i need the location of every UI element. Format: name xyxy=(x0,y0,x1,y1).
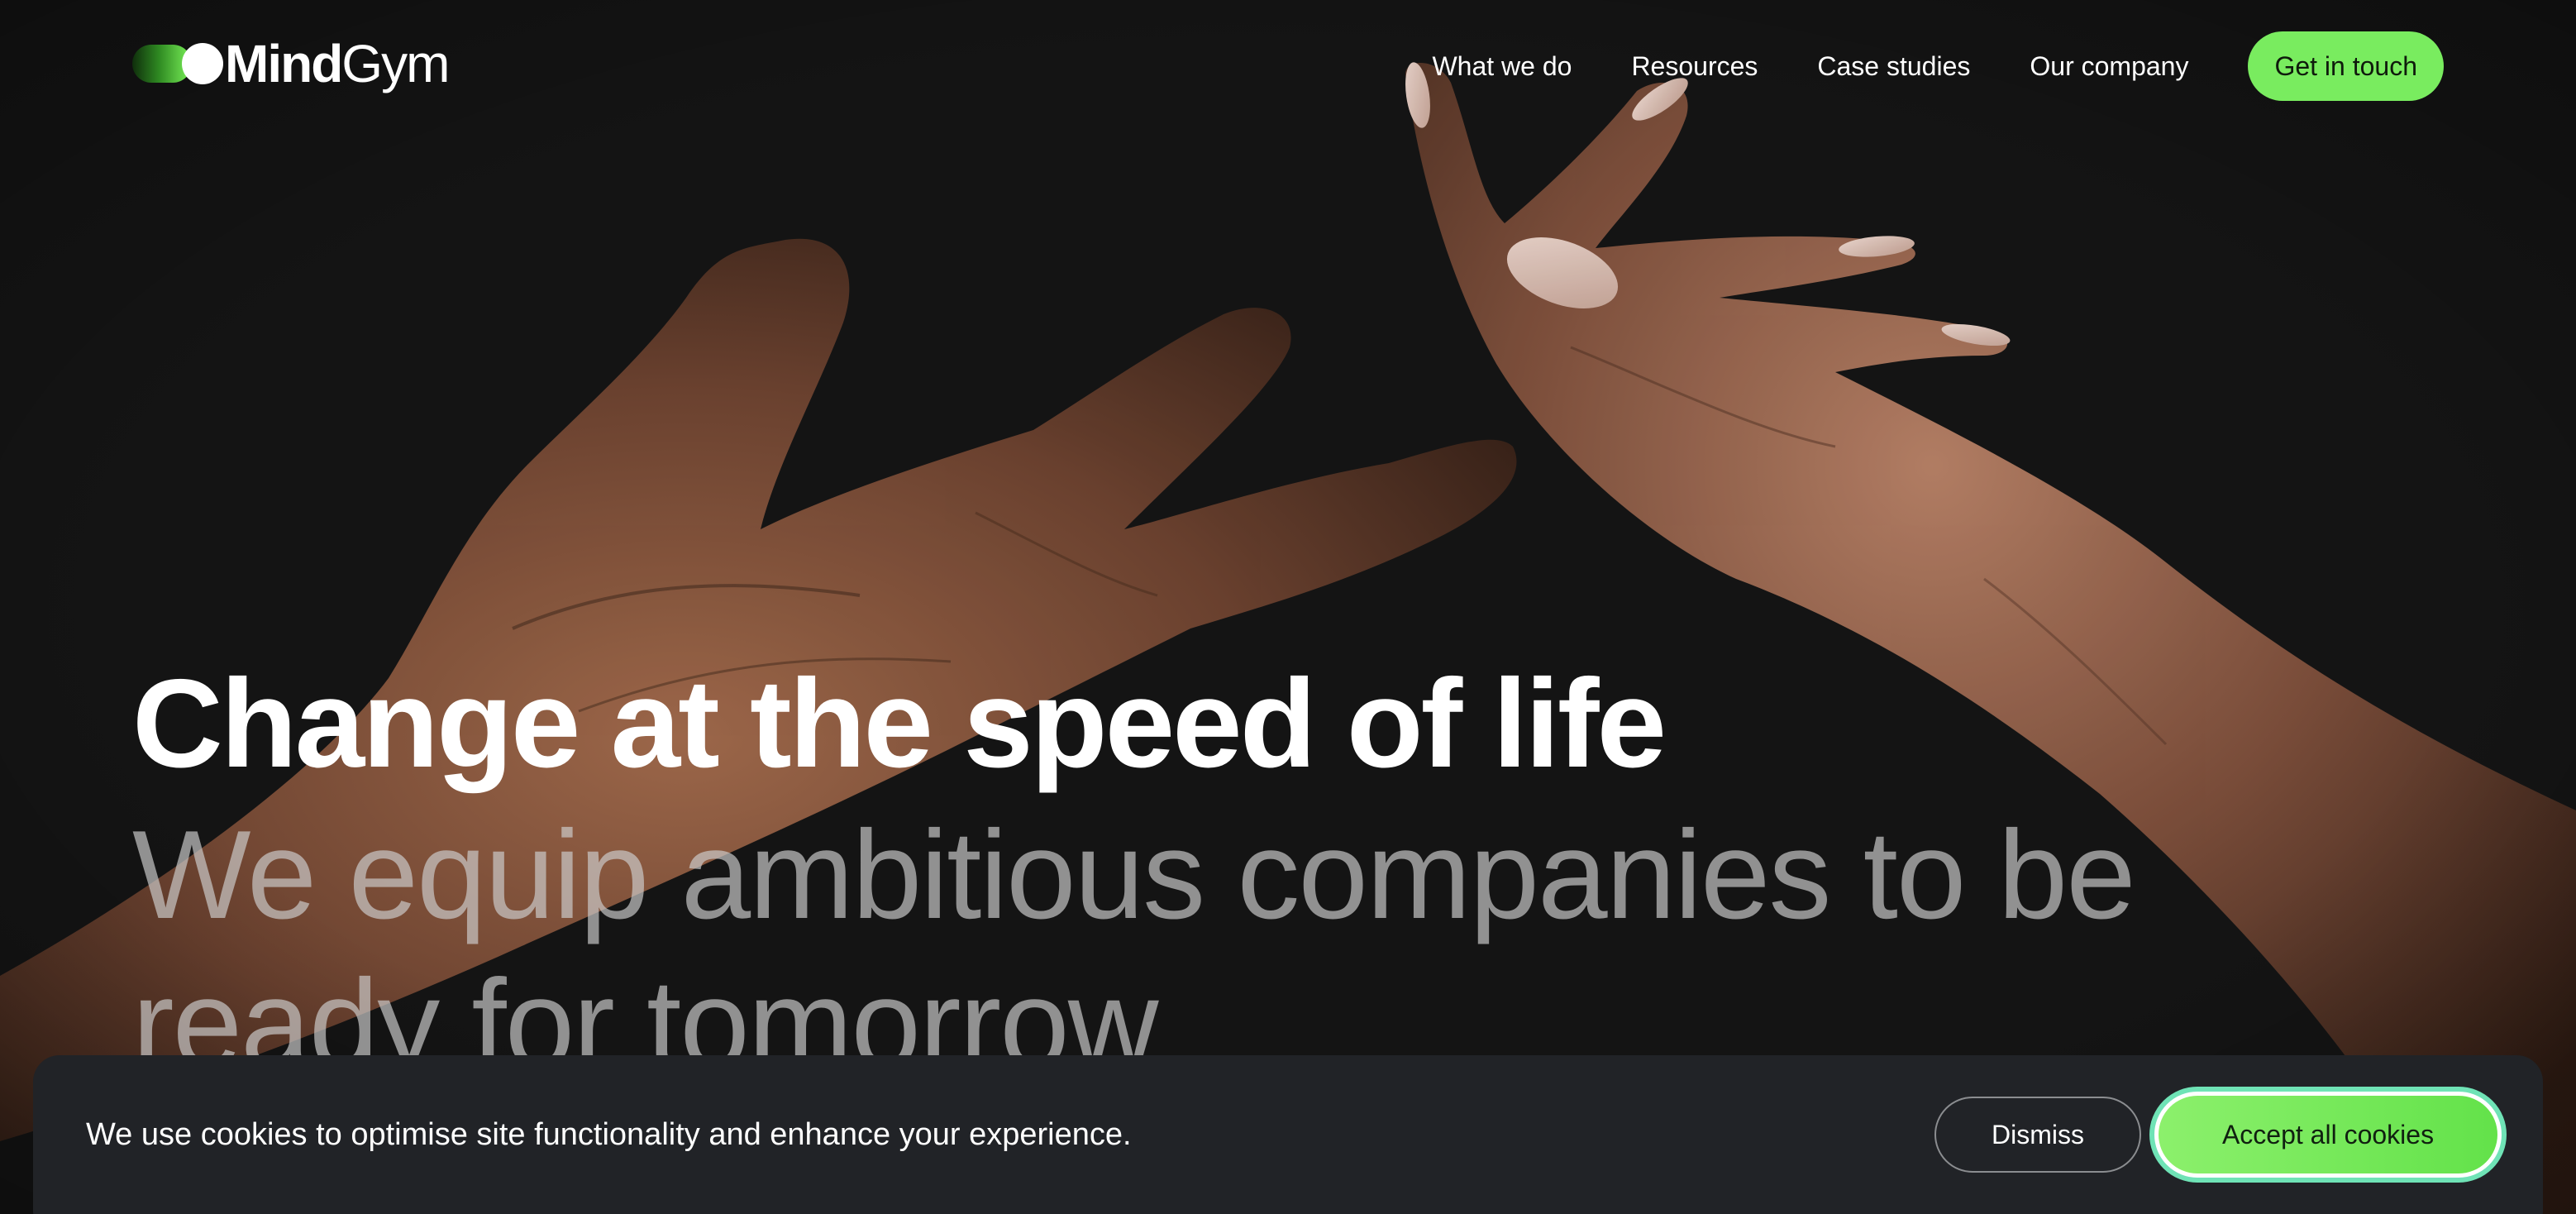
cookie-banner: We use cookies to optimise site function… xyxy=(33,1055,2543,1214)
cookie-message: We use cookies to optimise site function… xyxy=(86,1117,1132,1152)
hero-title: Change at the speed of life xyxy=(132,653,1667,794)
hero-subtitle: We equip ambitious companies to be ready… xyxy=(132,805,2136,1094)
page: MindGym What we do Resources Case studie… xyxy=(0,0,2576,1214)
site-header: MindGym What we do Resources Case studie… xyxy=(0,0,2576,132)
main-nav: What we do Resources Case studies Our co… xyxy=(1432,31,2444,101)
mindgym-logo[interactable]: MindGym xyxy=(132,34,450,93)
logo-wordmark: MindGym xyxy=(225,34,450,93)
get-in-touch-button[interactable]: Get in touch xyxy=(2248,31,2444,101)
nav-item-case-studies[interactable]: Case studies xyxy=(1817,51,1970,82)
nav-item-our-company[interactable]: Our company xyxy=(2030,51,2188,82)
accept-all-cookies-label: Accept all cookies xyxy=(2159,1096,2497,1173)
nav-item-resources[interactable]: Resources xyxy=(1631,51,1758,82)
nav-item-what-we-do[interactable]: What we do xyxy=(1432,51,1572,82)
dismiss-cookies-button[interactable]: Dismiss xyxy=(1934,1097,2141,1173)
accept-all-cookies-button[interactable]: Accept all cookies xyxy=(2149,1087,2507,1183)
mindgym-logo-icon xyxy=(132,43,223,84)
